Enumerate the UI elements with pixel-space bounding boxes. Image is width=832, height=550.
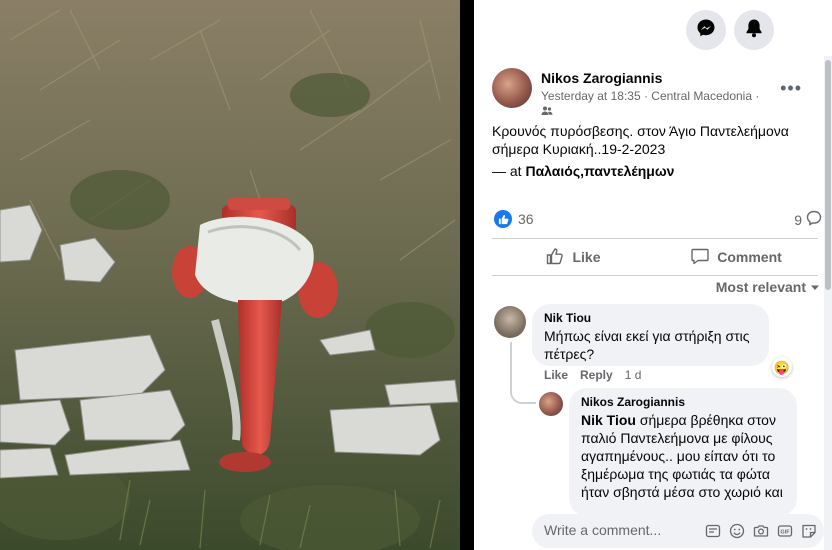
separator [492, 238, 818, 239]
comment-reaction-badge[interactable]: 😜 [772, 357, 792, 377]
post-header: Nikos Zarogiannis Yesterday at 18:35 · C… [492, 68, 822, 118]
comment-actions: Like Reply 1 d [544, 368, 641, 382]
post-actions: Like Comment [492, 240, 818, 274]
more-options-icon[interactable]: ••• [780, 78, 802, 99]
top-bar [474, 0, 832, 56]
emoji-icon[interactable] [728, 522, 746, 540]
svg-text:GIF: GIF [780, 530, 790, 536]
camera-icon[interactable] [752, 522, 770, 540]
post-location: — at Παλαιός,παντελέημων [492, 163, 674, 179]
reaction-count: 36 [518, 211, 534, 227]
comment-reply-link[interactable]: Reply [580, 368, 613, 382]
hydrant-photo-illustration [0, 0, 460, 550]
caret-down-icon [810, 279, 820, 295]
reply-author-name[interactable]: Nikos Zarogiannis [581, 395, 785, 409]
like-button[interactable]: Like [492, 240, 655, 274]
winking-tongue-emoji-icon: 😜 [773, 359, 791, 375]
author-avatar[interactable] [492, 68, 532, 108]
comment-like-link[interactable]: Like [544, 368, 568, 382]
comment-input[interactable] [544, 522, 674, 538]
composer-tools: GIF [704, 522, 818, 540]
sticker-square-icon[interactable] [800, 522, 818, 540]
reply-mention[interactable]: Nik Tiou [581, 412, 636, 428]
comment-count[interactable]: 9 [794, 210, 822, 229]
location-link[interactable]: Παλαιός,παντελέημων [525, 163, 674, 179]
author-name[interactable]: Nikos Zarogiannis [541, 70, 662, 86]
separator [492, 275, 818, 276]
commenter-avatar[interactable] [494, 306, 526, 338]
notifications-button[interactable] [734, 10, 774, 50]
comment-sort-dropdown[interactable]: Most relevant [716, 279, 820, 295]
thumbs-up-icon [546, 247, 564, 268]
post-text: Κρουνός πυρόσβεσης. στον Άγιο Παντελεήμο… [492, 123, 789, 157]
hydrant-photo [0, 0, 460, 550]
gif-icon[interactable]: GIF [776, 522, 794, 540]
post-panel: Nikos Zarogiannis Yesterday at 18:35 · C… [474, 0, 832, 550]
audience-friends-icon [541, 104, 553, 116]
sort-label: Most relevant [715, 279, 806, 295]
messenger-icon [696, 18, 716, 43]
post-meta[interactable]: Yesterday at 18:35 · Central Macedonia · [541, 89, 759, 103]
comment-icon [691, 247, 709, 268]
divider [460, 0, 474, 550]
comment-composer: GIF [532, 514, 824, 548]
messenger-button[interactable] [686, 10, 726, 50]
comment-bubble: Nik Tiou Μήπως είναι εκεί για στήριξη στ… [532, 304, 769, 366]
comment-button[interactable]: Comment [655, 240, 818, 274]
comment-bubble-icon [806, 210, 822, 229]
like-label: Like [572, 249, 601, 265]
comment-text: Μήπως είναι εκεί για στήριξη στις πέτρες… [544, 328, 750, 362]
commenter-name[interactable]: Nik Tiou [544, 311, 757, 325]
reactions-summary[interactable]: 36 [494, 209, 534, 229]
location-prefix: — at [492, 163, 526, 179]
comment-label: Comment [717, 249, 782, 265]
like-reaction-icon [494, 210, 512, 228]
notifications-icon [745, 18, 763, 43]
reply-bubble: Nikos Zarogiannis Nik Tiou σήμερα βρέθηκ… [569, 388, 797, 516]
comment-timestamp[interactable]: 1 d [625, 368, 642, 382]
reply-text: Nik Tiou σήμερα βρέθηκα στον παλιό Παντε… [581, 411, 785, 501]
scrollbar-thumb[interactable] [825, 60, 831, 290]
comment-count-value: 9 [794, 211, 802, 228]
sticker-icon[interactable] [704, 522, 722, 540]
reply-author-avatar[interactable] [539, 392, 563, 416]
